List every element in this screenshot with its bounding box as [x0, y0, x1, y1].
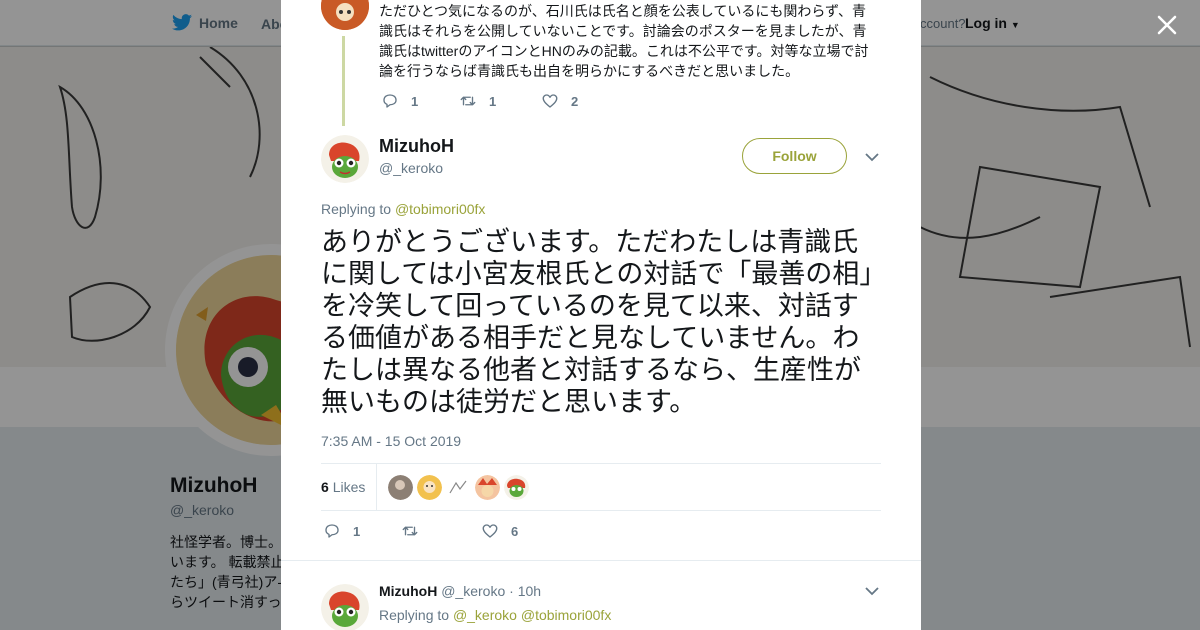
likes-divider [376, 464, 377, 510]
likes-count-link[interactable]: 6 Likes [321, 479, 365, 495]
main-tweet-timestamp[interactable]: 7:35 AM - 15 Oct 2019 [321, 433, 461, 449]
replying-to: Replying to @tobimori00fx [321, 201, 485, 217]
chevron-down-icon[interactable] [864, 149, 880, 165]
reply-tweet-time[interactable]: · 10h [509, 583, 541, 599]
replying-to-prefix: Replying to [321, 201, 392, 217]
main-tweet-handle[interactable]: @_keroko [379, 160, 443, 176]
like-button[interactable]: 2 [541, 92, 578, 110]
reply-button[interactable]: 1 [381, 92, 459, 110]
reply-count: 1 [353, 523, 361, 539]
retweet-button[interactable] [401, 522, 481, 540]
previous-tweet-actions: 1 1 2 [381, 92, 578, 110]
like-button[interactable]: 6 [481, 522, 518, 540]
reply-button[interactable]: 1 [323, 522, 401, 540]
replying-to-link[interactable]: @tobimori00fx [395, 201, 485, 217]
heart-icon [542, 94, 558, 108]
main-tweet-avatar[interactable] [321, 135, 369, 183]
close-icon[interactable] [1154, 12, 1180, 38]
heart-icon [482, 524, 498, 538]
likes-label: Likes [332, 479, 366, 495]
liker-avatar[interactable] [475, 475, 500, 500]
reply-replying-link-1[interactable]: @_keroko [453, 607, 517, 623]
liker-avatars [388, 475, 529, 500]
reply-tweet-handle[interactable]: @_keroko [441, 583, 505, 599]
previous-tweet-text: ただひとつ気になるのが、石川氏は氏名と顔を公表しているにも関わらず、青識氏はそれ… [379, 3, 869, 79]
retweet-icon [402, 526, 418, 536]
retweet-icon [460, 96, 476, 106]
liker-avatar[interactable] [417, 475, 442, 500]
reply-tweet-header: MizuhoH @_keroko · 10h [379, 583, 541, 599]
reply-section-divider [281, 560, 921, 561]
reply-replying-link-2[interactable]: @tobimori00fx [521, 607, 611, 623]
reply-tweet-name[interactable]: MizuhoH [379, 583, 437, 599]
liker-avatar[interactable] [446, 475, 471, 500]
previous-tweet-avatar[interactable] [321, 0, 369, 30]
reply-icon [325, 524, 339, 538]
thread-connector [342, 36, 345, 126]
like-count: 6 [511, 523, 519, 539]
follow-button[interactable]: Follow [742, 138, 847, 174]
main-tweet-name[interactable]: MizuhoH [379, 136, 454, 157]
likes-summary: 6 Likes [321, 463, 881, 511]
like-count: 2 [571, 93, 579, 109]
tweet-modal: ただひとつ気になるのが、石川氏は氏名と顔を公表しているにも関わらず、青識氏はそれ… [281, 0, 921, 630]
main-tweet-actions: 1 6 [323, 522, 518, 540]
reply-replying-to: Replying to @_keroko @tobimori00fx [379, 607, 611, 623]
reply-replying-prefix: Replying to [379, 607, 450, 623]
reply-count: 1 [411, 93, 419, 109]
retweet-button[interactable]: 1 [459, 92, 541, 110]
reply-icon [383, 94, 397, 108]
likes-count-value: 6 [321, 479, 329, 495]
main-tweet-text: ありがとうございます。ただわたしは青識氏に関しては小宮友根氏との対話で「最善の相… [321, 227, 873, 417]
liker-avatar[interactable] [388, 475, 413, 500]
chevron-down-icon[interactable] [864, 583, 880, 599]
retweet-count: 1 [489, 93, 497, 109]
reply-tweet-avatar[interactable] [321, 584, 369, 630]
liker-avatar[interactable] [504, 475, 529, 500]
